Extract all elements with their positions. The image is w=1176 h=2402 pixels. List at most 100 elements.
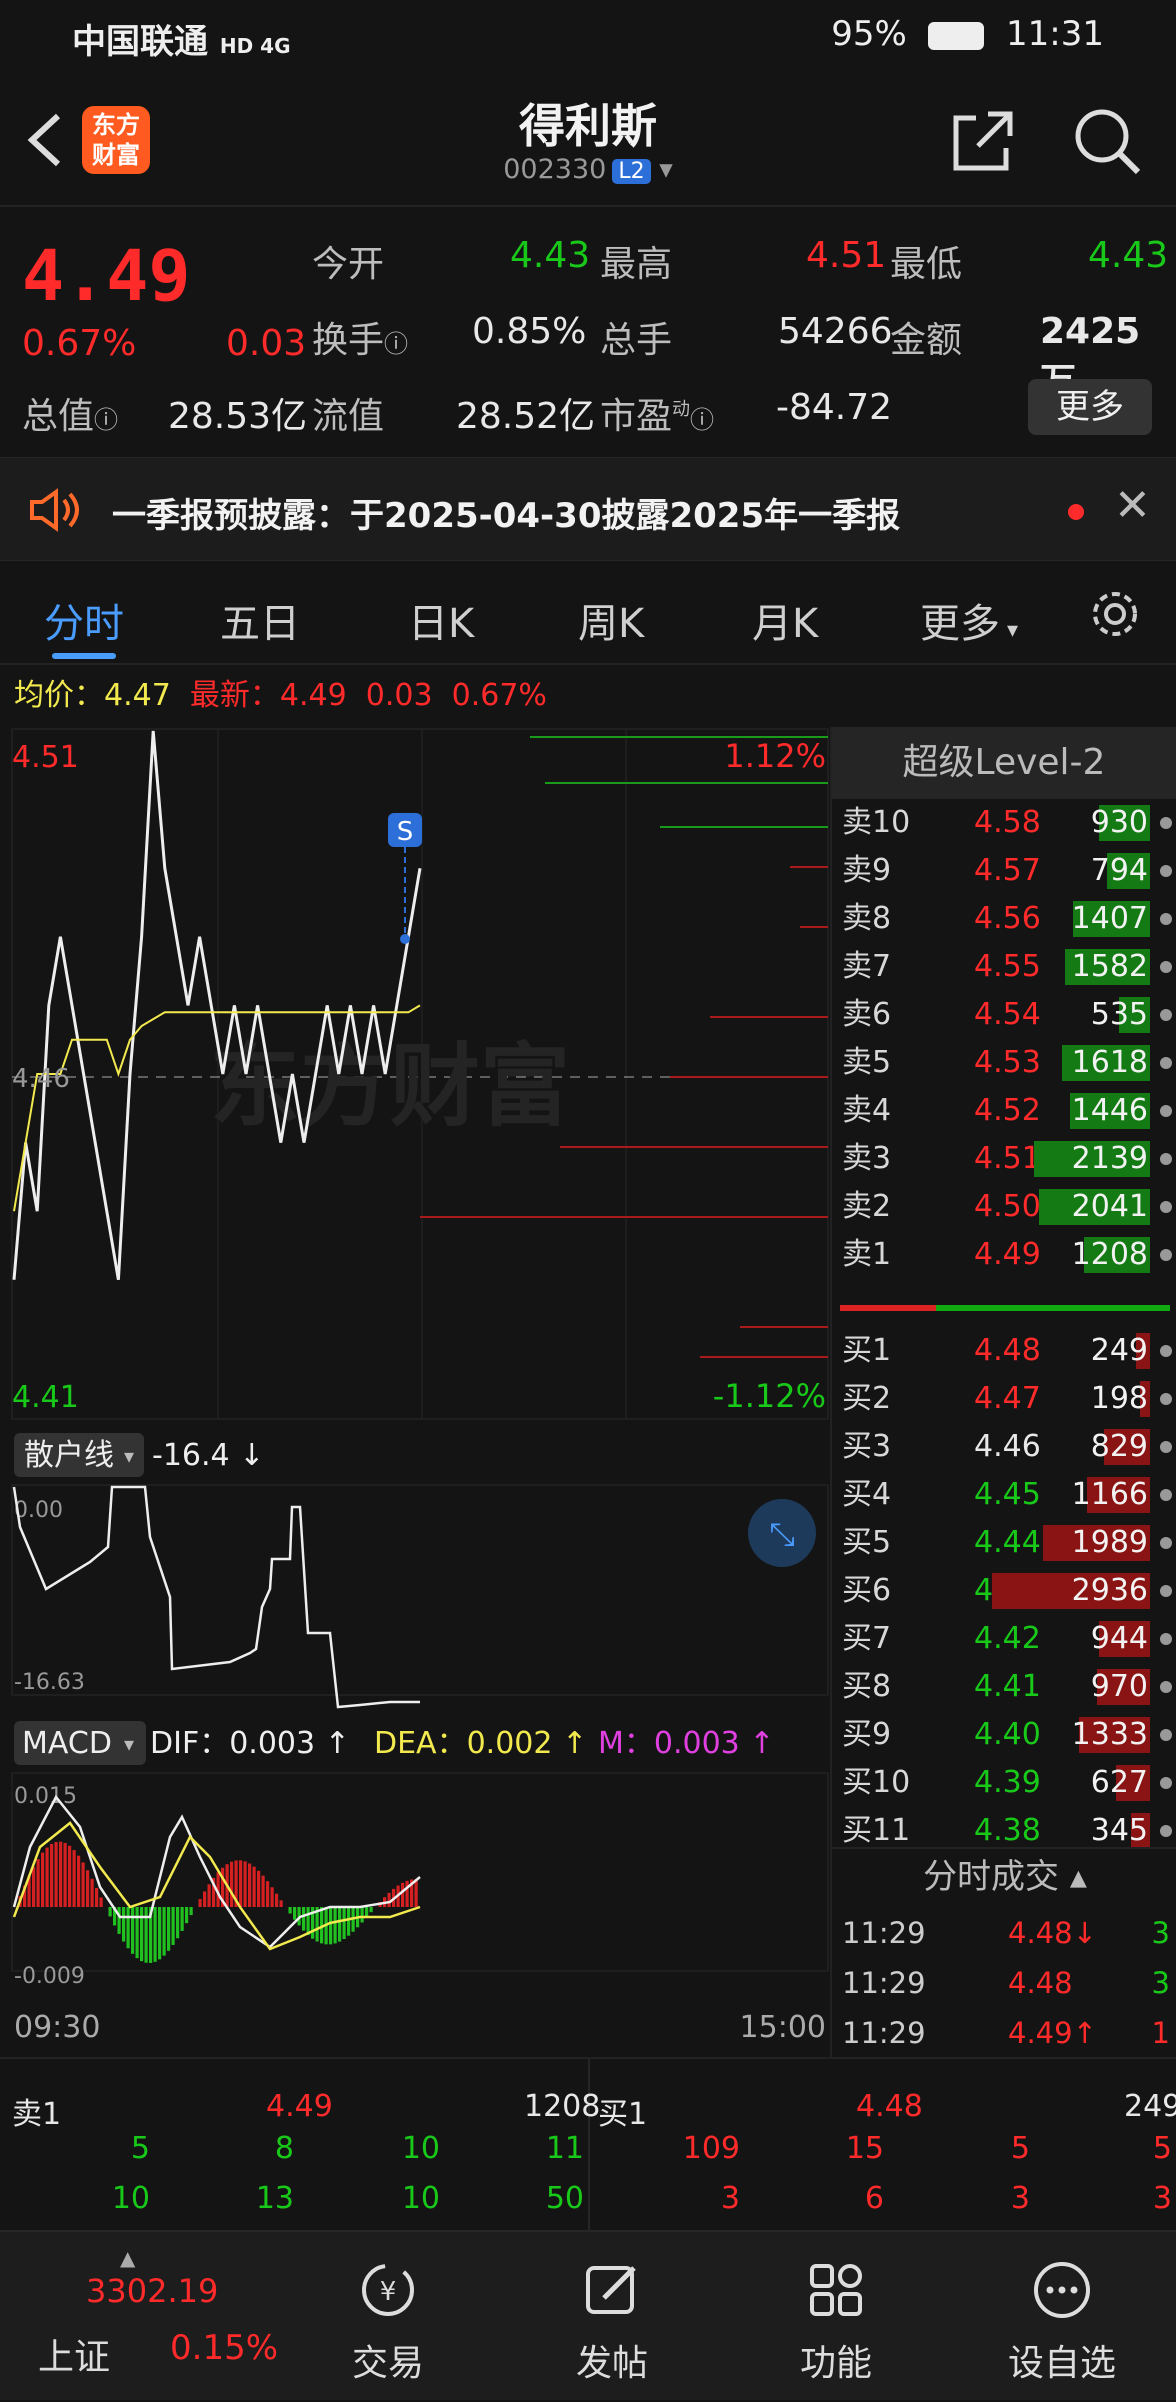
edit-icon: [582, 2260, 642, 2320]
ask1-label: 卖1: [12, 2089, 61, 2133]
tab-month-k[interactable]: 月K: [752, 591, 818, 649]
intraday-chart[interactable]: 东方财富 4.51 4.46 4.41 1.12% -1.12% S 散户线 ▾…: [0, 727, 830, 2057]
tab-day-k[interactable]: 日K: [408, 591, 474, 649]
bottom-nav: ▲ 3302.19 上证 0.15% ¥ 交易 发帖 功能 设自选: [0, 2230, 1176, 2400]
info-icon[interactable]: ⓘ: [94, 406, 118, 434]
ask-price: 4.56: [974, 895, 1064, 943]
chg-value: 0.03: [366, 678, 433, 713]
ask-row[interactable]: 卖104.58930: [832, 799, 1176, 847]
clock: 11:31: [1006, 14, 1104, 54]
ask-row[interactable]: 卖34.512139: [832, 1135, 1176, 1183]
trade-icon: ¥: [358, 2260, 418, 2320]
ask-queue-volume: 8: [250, 2131, 294, 2166]
pct-min-label: -1.12%: [713, 1377, 826, 1415]
ask-row[interactable]: 卖74.551582: [832, 943, 1176, 991]
ask-row[interactable]: 卖24.502041: [832, 1183, 1176, 1231]
bid-row[interactable]: 买54.441989: [832, 1519, 1176, 1567]
header: 东方财富 得利斯 002330L2 ▾: [0, 72, 1176, 207]
tab-intraday[interactable]: 分时: [44, 591, 124, 649]
index-ticker[interactable]: ▲ 3302.19 上证 0.15%: [0, 2232, 220, 2402]
info-icon[interactable]: ⓘ: [384, 330, 408, 358]
status-dot: [1160, 1201, 1172, 1213]
level2-badge: L2: [612, 159, 650, 184]
nav-post[interactable]: 发帖: [522, 2232, 702, 2402]
tab-five-day[interactable]: 五日: [220, 591, 300, 649]
tab-more[interactable]: 更多 ▾: [920, 591, 1018, 649]
bid-row[interactable]: 买104.39627: [832, 1759, 1176, 1807]
ask-row[interactable]: 卖54.531618: [832, 1039, 1176, 1087]
bid-level-label: 买7: [842, 1615, 891, 1663]
info-icon[interactable]: ⓘ: [690, 406, 714, 434]
status-bar: 中国联通 HD 4G 95% 11:31: [0, 0, 1176, 72]
settings-gear-icon[interactable]: [1088, 587, 1142, 641]
bid-row[interactable]: 买94.401333: [832, 1711, 1176, 1759]
mktcap-label: 总值ⓘ: [22, 387, 118, 439]
bid-volume: 1333: [1072, 1711, 1148, 1759]
bid-volume: 944: [1091, 1615, 1148, 1663]
ask-level-label: 卖2: [842, 1183, 891, 1231]
index-name: 上证: [38, 2328, 110, 2380]
ask-row[interactable]: 卖84.561407: [832, 895, 1176, 943]
dea-value: DEA：0.002 ↑: [374, 1726, 587, 1761]
close-icon[interactable]: ✕: [1114, 480, 1151, 531]
bid-price: 4.47: [974, 1375, 1064, 1423]
pct-max-label: 1.12%: [724, 737, 826, 775]
bid-row[interactable]: 买34.46829: [832, 1423, 1176, 1471]
ask-row[interactable]: 卖44.521446: [832, 1087, 1176, 1135]
trade-row: 11:294.48↓3: [832, 1907, 1176, 1959]
bid-row[interactable]: 买74.42944: [832, 1615, 1176, 1663]
retail-max-label: 0.00: [14, 1498, 63, 1523]
tab-week-k[interactable]: 周K: [578, 591, 644, 649]
network-label: HD 4G: [220, 34, 291, 58]
chart-area[interactable]: 东方财富 4.51 4.46 4.41 1.12% -1.12% S 散户线 ▾…: [0, 727, 830, 2057]
notice-text: 一季报预披露：于2025-04-30披露2025年一季报: [112, 488, 900, 537]
nav-trade[interactable]: ¥ 交易: [298, 2232, 478, 2402]
nav-watchlist[interactable]: 设自选: [972, 2232, 1152, 2402]
bid-volume: 829: [1091, 1423, 1148, 1471]
nav-post-label: 发帖: [522, 2334, 702, 2386]
avg-label: 均价：: [14, 678, 104, 713]
svg-text:¥: ¥: [380, 2277, 397, 2307]
notice-banner[interactable]: 一季报预披露：于2025-04-30披露2025年一季报 ✕: [0, 457, 1176, 561]
ask-row[interactable]: 卖14.491208: [832, 1231, 1176, 1279]
macd-max-label: 0.015: [14, 1784, 77, 1809]
bid-row[interactable]: 买14.48249: [832, 1327, 1176, 1375]
ask-queue-volume: 13: [250, 2181, 294, 2216]
ask-volume: 1446: [1072, 1087, 1148, 1135]
bid1-price: 4.48: [856, 2089, 923, 2124]
trade-price: 4.48↓: [1008, 1907, 1097, 1959]
share-icon[interactable]: [948, 106, 1018, 176]
bid-row[interactable]: 买84.41970: [832, 1663, 1176, 1711]
ask-row[interactable]: 卖64.54535: [832, 991, 1176, 1039]
price-min-label: 4.41: [12, 1380, 79, 1415]
ask-level-label: 卖4: [842, 1087, 891, 1135]
status-dot: [1160, 1729, 1172, 1741]
low-value: 4.43: [1088, 235, 1168, 276]
bottom-quote-strip: 卖1 4.49 1208 买1 4.48 249 510981510511510…: [0, 2057, 1176, 2230]
ask-row[interactable]: 卖94.57794: [832, 847, 1176, 895]
volume-value: 54266: [778, 311, 893, 352]
ask1-price: 4.49: [266, 2089, 333, 2124]
amount-label: 金额: [890, 311, 962, 363]
trades-title[interactable]: 分时成交 ▴: [832, 1847, 1176, 1903]
bid-level-label: 买10: [842, 1759, 910, 1807]
search-icon[interactable]: [1072, 106, 1142, 176]
bid-volume: 198: [1091, 1375, 1148, 1423]
dropdown-icon: ▾: [659, 154, 673, 185]
ask-level-label: 卖5: [842, 1039, 891, 1087]
more-button[interactable]: 更多: [1028, 379, 1152, 435]
bid-row[interactable]: 买64.432936: [832, 1567, 1176, 1615]
trade-row: 11:294.483: [832, 1957, 1176, 2009]
status-dot: [1160, 817, 1172, 829]
bid-row[interactable]: 买44.451166: [832, 1471, 1176, 1519]
trade-price: 4.49↑: [1008, 2007, 1097, 2059]
nav-function[interactable]: 功能: [746, 2232, 926, 2402]
avg-value: 4.47: [104, 678, 171, 713]
level2-title[interactable]: 超级Level-2: [832, 727, 1176, 799]
dropdown-icon: ▾: [124, 1444, 134, 1468]
status-dot: [1160, 1777, 1172, 1789]
bid-row[interactable]: 买24.47198: [832, 1375, 1176, 1423]
bid-volume: 970: [1091, 1663, 1148, 1711]
last-price: 4.49: [22, 235, 191, 317]
chevron-up-icon: ▲: [120, 2246, 135, 2270]
